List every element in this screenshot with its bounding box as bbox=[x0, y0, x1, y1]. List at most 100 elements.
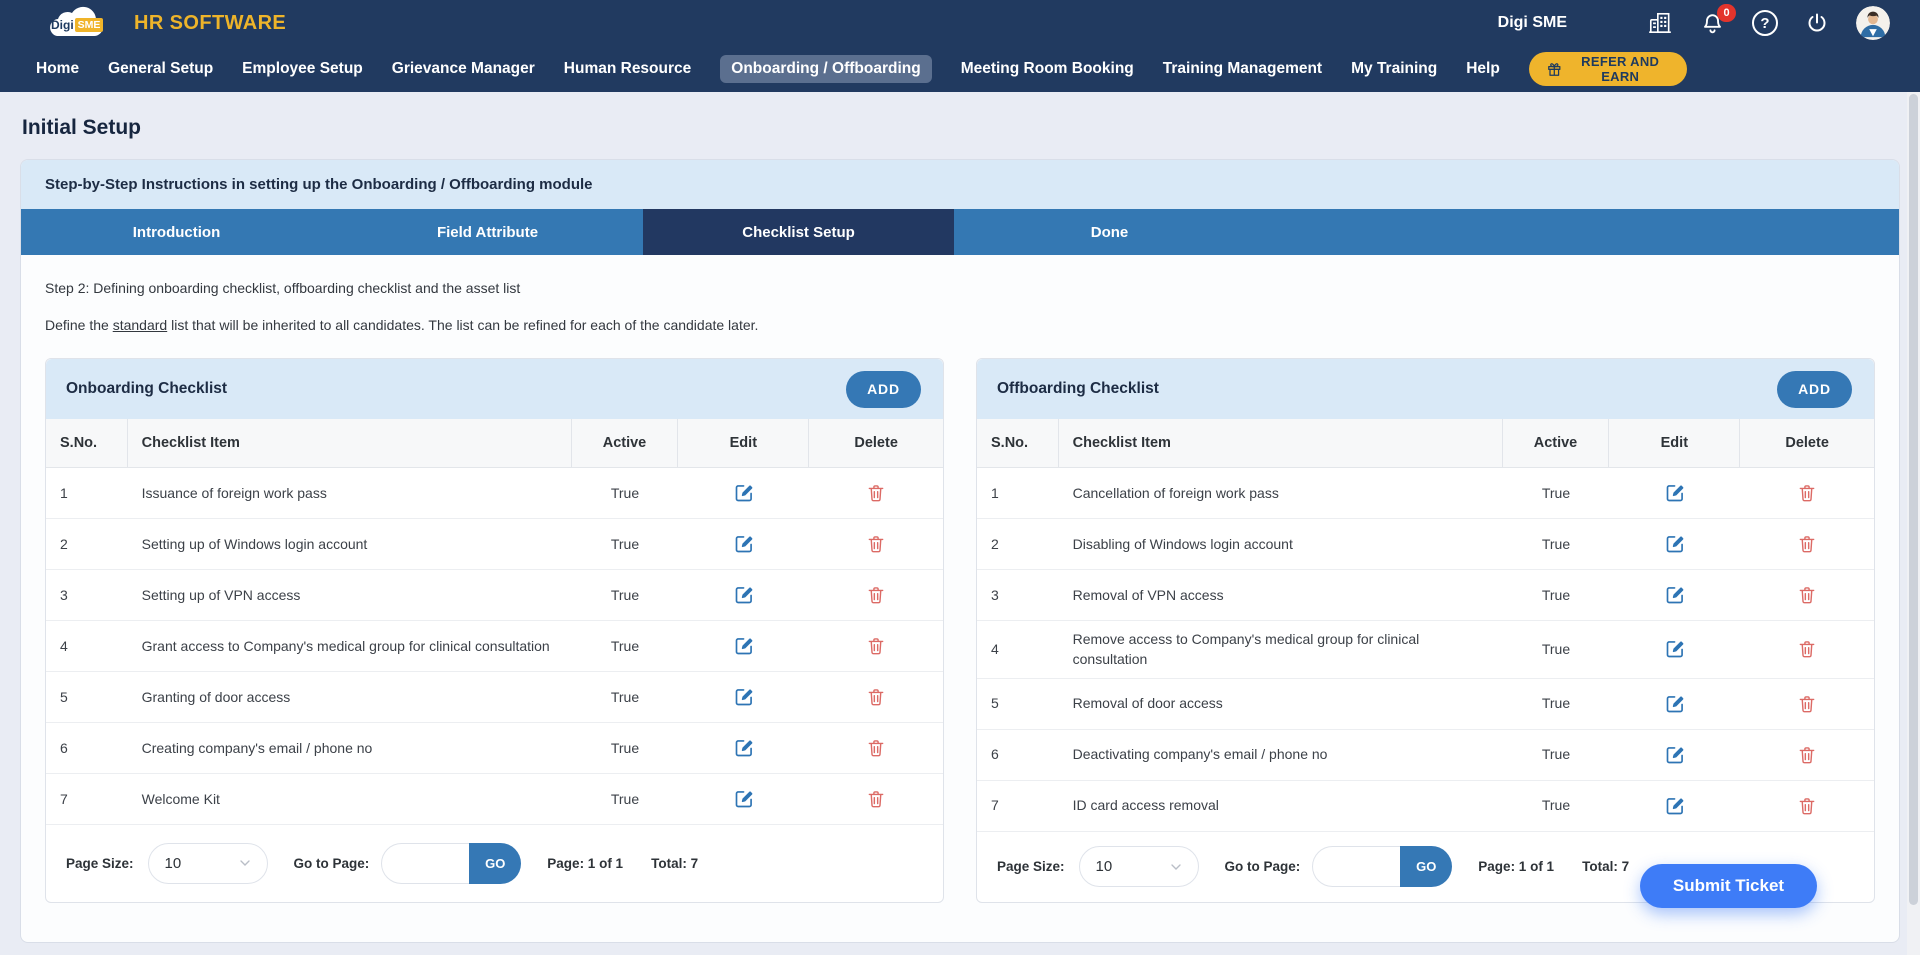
edit-icon[interactable] bbox=[734, 534, 754, 554]
nav-onboarding-offboarding[interactable]: Onboarding / Offboarding bbox=[720, 55, 931, 83]
edit-icon[interactable] bbox=[1665, 745, 1685, 765]
edit-icon[interactable] bbox=[734, 636, 754, 656]
row-item: Creating company's email / phone no bbox=[128, 723, 572, 773]
tab-field-attribute[interactable]: Field Attribute bbox=[332, 209, 643, 255]
delete-icon[interactable] bbox=[1797, 694, 1817, 714]
notification-bell-icon[interactable]: 0 bbox=[1700, 11, 1725, 36]
nav-general-setup[interactable]: General Setup bbox=[108, 60, 213, 78]
company-building-icon[interactable] bbox=[1647, 10, 1673, 36]
delete-icon[interactable] bbox=[1797, 796, 1817, 816]
page-size-label: Page Size: bbox=[66, 856, 134, 871]
row-item: Issuance of foreign work pass bbox=[128, 468, 572, 518]
delete-icon[interactable] bbox=[1797, 534, 1817, 554]
onboarding-add-button[interactable]: ADD bbox=[846, 371, 921, 408]
row-item: Disabling of Windows login account bbox=[1059, 519, 1503, 569]
tab-introduction[interactable]: Introduction bbox=[21, 209, 332, 255]
row-item: ID card access removal bbox=[1059, 781, 1503, 831]
delete-icon[interactable] bbox=[866, 687, 886, 707]
goto-page-label: Go to Page: bbox=[1225, 859, 1301, 874]
nav-my-training[interactable]: My Training bbox=[1351, 60, 1437, 78]
user-avatar[interactable] bbox=[1856, 6, 1890, 40]
tab-checklist-setup[interactable]: Checklist Setup bbox=[643, 209, 954, 255]
delete-icon[interactable] bbox=[1797, 745, 1817, 765]
scrollbar[interactable] bbox=[1907, 92, 1920, 955]
top-header: DigiSME HR SOFTWARE Digi SME bbox=[0, 0, 1920, 46]
edit-icon[interactable] bbox=[1665, 483, 1685, 503]
row-sno: 1 bbox=[46, 468, 128, 518]
nav-employee-setup[interactable]: Employee Setup bbox=[242, 60, 363, 78]
row-item: Cancellation of foreign work pass bbox=[1059, 468, 1503, 518]
row-sno: 3 bbox=[46, 570, 128, 620]
delete-icon[interactable] bbox=[866, 483, 886, 503]
nav-training-management[interactable]: Training Management bbox=[1163, 60, 1322, 78]
delete-icon[interactable] bbox=[866, 738, 886, 758]
goto-page-input[interactable] bbox=[381, 843, 469, 884]
col-active: Active bbox=[1503, 419, 1610, 467]
edit-icon[interactable] bbox=[734, 483, 754, 503]
nav-meeting-room-booking[interactable]: Meeting Room Booking bbox=[961, 60, 1134, 78]
wizard-tabs: Introduction Field Attribute Checklist S… bbox=[21, 209, 1899, 255]
table-row: 7 ID card access removal True bbox=[977, 781, 1874, 832]
goto-page-label: Go to Page: bbox=[294, 856, 370, 871]
nav-grievance-manager[interactable]: Grievance Manager bbox=[392, 60, 535, 78]
nav-home[interactable]: Home bbox=[36, 60, 79, 78]
table-row: 7 Welcome Kit True bbox=[46, 774, 943, 825]
nav-human-resource[interactable]: Human Resource bbox=[564, 60, 691, 78]
power-logout-icon[interactable] bbox=[1805, 11, 1829, 35]
edit-icon[interactable] bbox=[734, 789, 754, 809]
go-button[interactable]: GO bbox=[469, 843, 521, 884]
row-sno: 6 bbox=[977, 730, 1059, 780]
scrollbar-thumb[interactable] bbox=[1909, 94, 1918, 905]
page-size-select[interactable]: 10 bbox=[1079, 846, 1199, 887]
row-active: True bbox=[572, 672, 679, 722]
go-button[interactable]: GO bbox=[1400, 846, 1452, 887]
submit-ticket-button[interactable]: Submit Ticket bbox=[1640, 864, 1817, 908]
apps-grid-icon[interactable] bbox=[1598, 12, 1620, 34]
table-row: 6 Creating company's email / phone no Tr… bbox=[46, 723, 943, 774]
delete-icon[interactable] bbox=[1797, 585, 1817, 605]
logo-text-digi: Digi bbox=[51, 18, 74, 32]
edit-icon[interactable] bbox=[734, 687, 754, 707]
col-active: Active bbox=[572, 419, 679, 467]
delete-icon[interactable] bbox=[866, 789, 886, 809]
offboarding-add-button[interactable]: ADD bbox=[1777, 371, 1852, 408]
refer-and-earn-button[interactable]: REFER AND EARN bbox=[1529, 52, 1687, 86]
chevron-down-icon bbox=[1168, 859, 1184, 875]
page-size-select[interactable]: 10 bbox=[148, 843, 268, 884]
row-item: Removal of door access bbox=[1059, 679, 1503, 729]
col-edit: Edit bbox=[1609, 419, 1740, 467]
edit-icon[interactable] bbox=[1665, 585, 1685, 605]
delete-icon[interactable] bbox=[1797, 639, 1817, 659]
row-sno: 7 bbox=[46, 774, 128, 824]
edit-icon[interactable] bbox=[734, 738, 754, 758]
table-row: 1 Cancellation of foreign work pass True bbox=[977, 468, 1874, 519]
notification-badge: 0 bbox=[1717, 4, 1736, 22]
help-icon[interactable] bbox=[1752, 10, 1778, 36]
goto-page-input[interactable] bbox=[1312, 846, 1400, 887]
table-row: 4 Remove access to Company's medical gro… bbox=[977, 621, 1874, 679]
edit-icon[interactable] bbox=[1665, 534, 1685, 554]
edit-icon[interactable] bbox=[1665, 639, 1685, 659]
edit-icon[interactable] bbox=[1665, 694, 1685, 714]
delete-icon[interactable] bbox=[866, 636, 886, 656]
delete-icon[interactable] bbox=[866, 534, 886, 554]
offboarding-table-header: S.No. Checklist Item Active Edit Delete bbox=[977, 419, 1874, 468]
chevron-down-icon bbox=[237, 855, 253, 871]
row-sno: 5 bbox=[46, 672, 128, 722]
edit-icon[interactable] bbox=[1665, 796, 1685, 816]
wizard-card-title: Step-by-Step Instructions in setting up … bbox=[21, 160, 1899, 209]
row-sno: 5 bbox=[977, 679, 1059, 729]
row-item: Setting up of Windows login account bbox=[128, 519, 572, 569]
edit-icon[interactable] bbox=[734, 585, 754, 605]
table-row: 1 Issuance of foreign work pass True bbox=[46, 468, 943, 519]
tab-done[interactable]: Done bbox=[954, 209, 1265, 255]
main-content: Initial Setup Step-by-Step Instructions … bbox=[0, 116, 1920, 943]
define-description: Define the standard list that will be in… bbox=[45, 317, 1875, 333]
digisme-logo[interactable]: DigiSME bbox=[44, 5, 108, 41]
delete-icon[interactable] bbox=[1797, 483, 1817, 503]
nav-help[interactable]: Help bbox=[1466, 60, 1500, 78]
main-nav: Home General Setup Employee Setup Grieva… bbox=[0, 46, 1920, 92]
table-row: 4 Grant access to Company's medical grou… bbox=[46, 621, 943, 672]
delete-icon[interactable] bbox=[866, 585, 886, 605]
row-sno: 4 bbox=[977, 621, 1059, 678]
